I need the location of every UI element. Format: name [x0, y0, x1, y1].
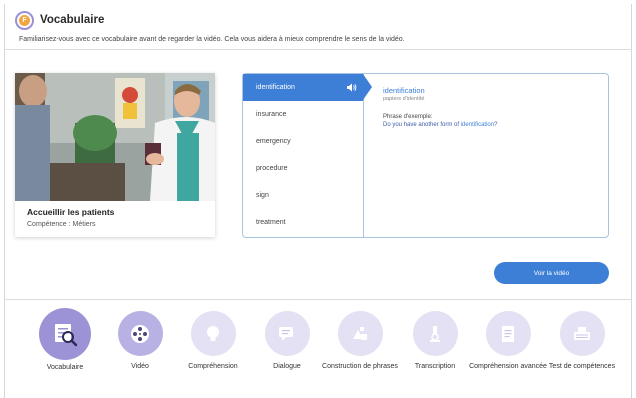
typewriter-icon — [559, 311, 605, 356]
word-item[interactable]: insurance — [243, 101, 363, 128]
film-reel-icon — [117, 311, 163, 356]
nav-label: Construction de phrases — [322, 363, 398, 370]
module-nav: Vocabulaire Vidéo Compréhension Dialogue… — [0, 308, 636, 398]
blocks-icon — [337, 311, 383, 356]
nav-label: Vocabulaire — [46, 364, 84, 371]
vocabulary-icon — [39, 308, 91, 360]
word-label: sign — [256, 192, 269, 199]
word-detail: identification papiers d'identité Phrase… — [383, 86, 497, 128]
divider — [4, 299, 632, 300]
page-subtitle: Familiarisez-vous avec ce vocabulaire av… — [19, 36, 405, 43]
word-label: treatment — [256, 219, 286, 226]
watch-video-button[interactable]: Voir la vidéo — [494, 262, 609, 284]
selected-word: identification — [383, 86, 425, 95]
chat-bubbles-icon — [264, 311, 310, 356]
nav-vocabulaire[interactable]: Vocabulaire — [25, 308, 105, 372]
word-list: identification insurance emergency proce… — [243, 74, 372, 237]
nav-transcription[interactable]: Transcription — [395, 311, 475, 371]
word-label: identification — [256, 84, 295, 91]
document-icon — [485, 311, 531, 356]
nav-label: Test de compétences — [548, 363, 616, 370]
nav-test-competences[interactable]: Test de compétences — [542, 311, 622, 371]
divider — [4, 49, 632, 50]
nav-comprehension[interactable]: Compréhension — [173, 311, 253, 371]
page-header: F Vocabulaire — [15, 8, 104, 32]
lightbulb-icon — [190, 311, 236, 356]
nav-label: Compréhension — [188, 363, 238, 370]
nav-dialogue[interactable]: Dialogue — [247, 311, 327, 371]
word-label: procedure — [256, 165, 288, 172]
microscope-icon — [412, 311, 458, 356]
word-item[interactable]: procedure — [243, 155, 363, 182]
nav-construction[interactable]: Construction de phrases — [320, 311, 400, 371]
video-thumbnail[interactable] — [15, 73, 215, 201]
example-sentence: Do you have another form of identificati… — [383, 122, 498, 128]
app-logo-icon: F — [15, 10, 34, 30]
selected-translation: papiers d'identité — [383, 96, 425, 102]
nav-label: Vidéo — [131, 363, 149, 370]
nav-comprehension-avancee[interactable]: Compréhension avancée — [468, 311, 548, 371]
example-highlight: identification — [460, 122, 495, 128]
speaker-icon[interactable] — [347, 83, 357, 92]
video-card[interactable]: Accueillir les patients Compétence : Mét… — [15, 73, 215, 237]
vocabulary-panel: identification insurance emergency proce… — [242, 73, 609, 238]
word-label: emergency — [256, 138, 291, 145]
nav-label: Compréhension avancée — [469, 363, 547, 370]
word-label: insurance — [256, 111, 287, 118]
nav-label: Dialogue — [273, 363, 301, 370]
word-item[interactable]: emergency — [243, 128, 363, 155]
word-item[interactable]: sign — [243, 182, 363, 209]
word-item[interactable]: identification — [243, 74, 372, 101]
video-title: Accueillir les patients — [27, 207, 115, 217]
video-competence: Compétence : Métiers — [27, 221, 96, 228]
example-label: Phrase d'exemple: — [383, 114, 433, 120]
nav-label: Transcription — [414, 363, 456, 370]
nav-video[interactable]: Vidéo — [100, 311, 180, 371]
word-item[interactable]: treatment — [243, 209, 363, 236]
page-title: Vocabulaire — [40, 14, 105, 26]
